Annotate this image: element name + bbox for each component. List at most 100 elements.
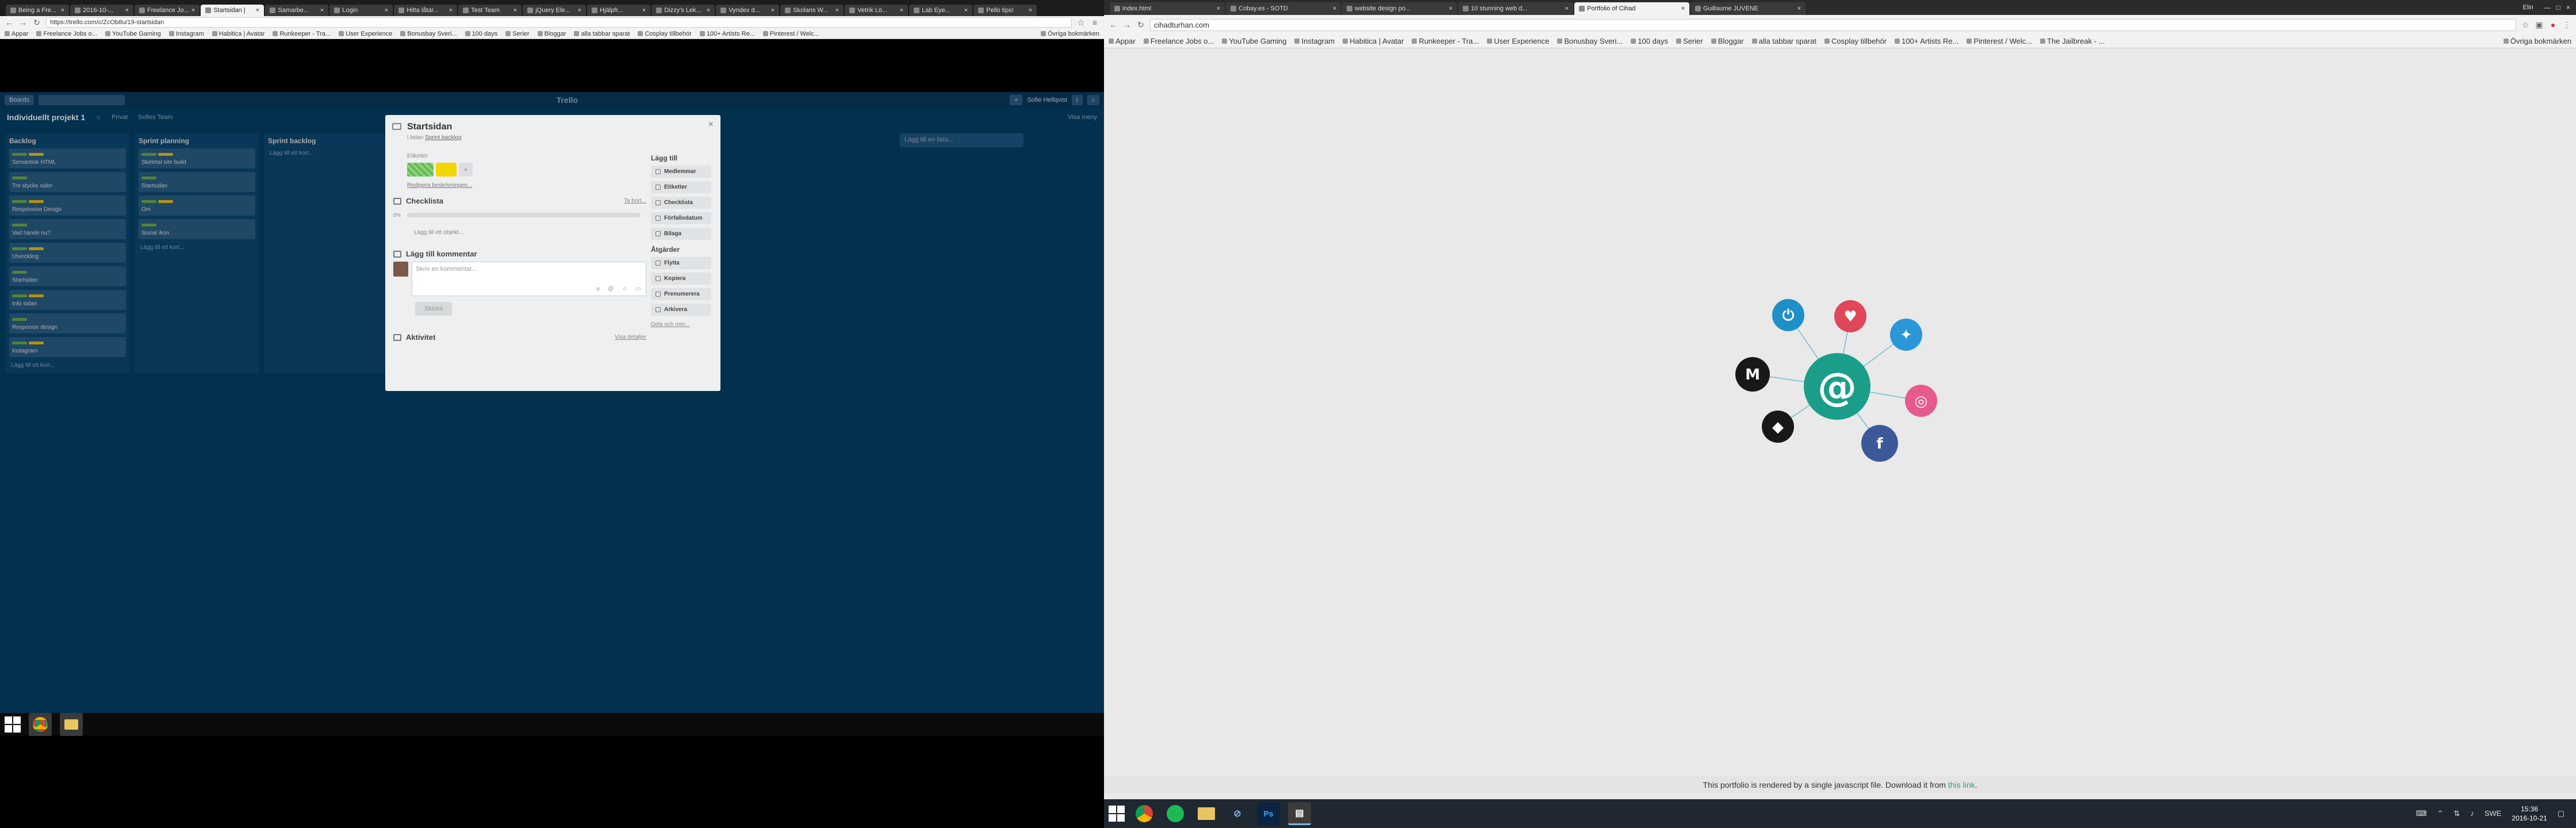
emoji-icon[interactable]: ☺	[622, 286, 627, 292]
share-link[interactable]: Dela och mer...	[651, 321, 711, 328]
sidebar-button-bilaga[interactable]: Bilaga	[651, 228, 711, 240]
bookmark-item[interactable]: Bloggar	[538, 30, 566, 37]
card-link-icon[interactable]: ▭	[636, 286, 641, 292]
tab-8[interactable]: jQuery Ele... ×	[523, 5, 586, 16]
sidebar-button-checklista[interactable]: Checklista	[651, 197, 711, 209]
back-icon[interactable]: ←	[5, 18, 14, 27]
tab-1[interactable]: 2016-10-... ×	[70, 5, 133, 16]
tray-up-icon[interactable]: ⌃	[2437, 809, 2443, 818]
left-url-input[interactable]	[46, 17, 1072, 28]
active-window-icon[interactable]: ▤	[1288, 802, 1311, 825]
send-button[interactable]: Skicka	[415, 302, 453, 316]
tab-close-icon[interactable]: ×	[1029, 5, 1032, 16]
sidebar-button-medlemmar[interactable]: Medlemmar	[651, 166, 711, 178]
tab-12[interactable]: Skolans W... ×	[780, 5, 844, 16]
sidebar-button-prenumerera[interactable]: Prenumerera	[651, 288, 711, 300]
forward-icon[interactable]: →	[18, 18, 28, 27]
attach-icon[interactable]: ⌀	[596, 286, 600, 292]
sidebar-button-arkivera[interactable]: Arkivera	[651, 304, 711, 316]
bookmark-item[interactable]: Freelance Jobs o...	[36, 30, 97, 37]
tab-3[interactable]: Startsidan | ×	[201, 5, 264, 16]
list-link[interactable]: Sprint backlog	[425, 135, 461, 141]
add-checklist-item[interactable]: Lägg till ett objekt...	[414, 229, 646, 236]
bookmark-item[interactable]: alla tabbar sparat	[574, 30, 630, 37]
bookmark-item[interactable]: Appar	[5, 30, 28, 37]
bookmark-item[interactable]: Cosplay tillbehör	[638, 30, 691, 37]
label-green[interactable]	[407, 163, 434, 177]
mention-icon[interactable]: @	[608, 286, 614, 292]
comment-input[interactable]: Skriv en kommentar... ⌀ @ ☺ ▭	[412, 262, 646, 296]
checklist-title[interactable]: Checklista	[406, 197, 443, 205]
tab-close-icon[interactable]: ×	[707, 5, 710, 16]
windows-start-icon[interactable]	[1109, 806, 1125, 822]
bookmark-item[interactable]: Habitica | Avatar	[212, 30, 265, 37]
chrome-icon[interactable]	[29, 713, 52, 736]
other-bookmarks[interactable]: Övriga bokmärken	[1041, 30, 1099, 37]
add-label-icon[interactable]: +	[459, 163, 473, 177]
download-link[interactable]: this link	[1948, 780, 1975, 789]
reload-icon[interactable]: ↻	[32, 18, 41, 28]
tab-close-icon[interactable]: ×	[835, 5, 839, 16]
bookmark-item[interactable]: Pinterest / Welc...	[763, 30, 819, 37]
tab-9[interactable]: Hjälpfr... ×	[587, 5, 651, 16]
sidebar-button-kopiera[interactable]: Kopiera	[651, 273, 711, 285]
bookmark-item[interactable]: Runkeeper - Tra...	[273, 30, 331, 37]
chrome-icon[interactable]	[1133, 802, 1156, 825]
file-explorer-icon[interactable]	[1195, 802, 1218, 825]
card-title[interactable]: Startsidan	[407, 122, 712, 132]
bookmark-item[interactable]: User Experience	[339, 30, 392, 37]
tab-close-icon[interactable]: ×	[449, 5, 453, 16]
comment-tools: ⌀ @ ☺ ▭	[596, 286, 641, 292]
volume-icon[interactable]: ♪	[2470, 809, 2474, 818]
tab-6[interactable]: Hitta låtar... ×	[394, 5, 458, 16]
tab-0[interactable]: Being a Fre... ×	[6, 5, 69, 16]
spotify-icon[interactable]	[1164, 802, 1187, 825]
tab-14[interactable]: Lab Eye... ×	[909, 5, 973, 16]
tab-close-icon[interactable]: ×	[513, 5, 517, 16]
tab-13[interactable]: Vetrik Lö... ×	[845, 5, 908, 16]
edit-description-link[interactable]: Redigera beskrivningen...	[407, 182, 646, 189]
tab-2[interactable]: Freelance Jo... ×	[135, 5, 200, 16]
bookmark-item[interactable]: Bonusbay Sveri...	[400, 30, 457, 37]
bookmark-item[interactable]: Instagram	[169, 30, 204, 37]
star-icon[interactable]: ☆	[1076, 18, 1086, 28]
tab-close-icon[interactable]: ×	[578, 5, 581, 16]
tab-close-icon[interactable]: ×	[771, 5, 775, 16]
windows-start-icon[interactable]	[5, 716, 21, 733]
file-explorer-icon[interactable]	[60, 713, 83, 736]
network-icon[interactable]: ⇅	[2454, 809, 2460, 818]
close-icon[interactable]: ×	[708, 120, 714, 130]
checklist-delete-link[interactable]: Ta bort...	[624, 198, 646, 204]
bookmark-item[interactable]: YouTube Gaming	[105, 30, 161, 37]
tab-close-icon[interactable]: ×	[125, 5, 129, 16]
photoshop-icon[interactable]: Ps	[1257, 802, 1280, 825]
language-indicator[interactable]: SWE	[2485, 809, 2502, 818]
tab-11[interactable]: Vyndex d... ×	[716, 5, 780, 16]
app-icon[interactable]: ⊘	[1226, 802, 1249, 825]
tab-5[interactable]: Login ×	[329, 5, 393, 16]
tab-close-icon[interactable]: ×	[964, 5, 968, 16]
sidebar-button-flytta[interactable]: Flytta	[651, 257, 711, 269]
tab-7[interactable]: Test Team ×	[458, 5, 522, 16]
label-yellow[interactable]	[436, 163, 457, 177]
menu-icon[interactable]: ≡	[1090, 18, 1099, 27]
tab-close-icon[interactable]: ×	[900, 5, 903, 16]
tab-close-icon[interactable]: ×	[61, 5, 64, 16]
tab-10[interactable]: Dizzy's Lek... ×	[651, 5, 715, 16]
tab-close-icon[interactable]: ×	[191, 5, 195, 16]
tab-15[interactable]: Pello tips! ×	[973, 5, 1037, 16]
notification-icon[interactable]: ▢	[2558, 809, 2564, 818]
tab-4[interactable]: Samarbe... ×	[265, 5, 329, 16]
system-clock[interactable]: ⌨ ⌃ ⇅ ♪ SWE 15:36 2016-10-21 ▢	[2416, 804, 2564, 823]
sidebar-button-förfallodatum[interactable]: Förfallodatum	[651, 212, 711, 224]
tab-close-icon[interactable]: ×	[642, 5, 646, 16]
bookmark-item[interactable]: 100+ Artists Re...	[700, 30, 755, 37]
show-details-link[interactable]: Visa detaljer	[615, 334, 646, 340]
bookmark-item[interactable]: Serier	[505, 30, 529, 37]
sidebar-button-etiketter[interactable]: Etiketter	[651, 181, 711, 193]
tab-close-icon[interactable]: ×	[256, 5, 259, 16]
tab-close-icon[interactable]: ×	[385, 5, 388, 16]
keyboard-icon[interactable]: ⌨	[2416, 809, 2427, 818]
tab-close-icon[interactable]: ×	[320, 5, 324, 16]
bookmark-item[interactable]: 100 days	[465, 30, 498, 37]
